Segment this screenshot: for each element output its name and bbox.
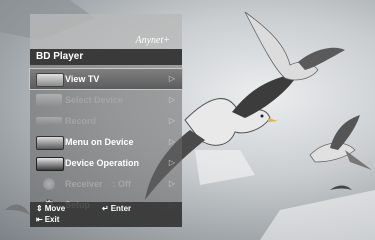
hint-move-label: Move — [44, 204, 66, 213]
menu-footer: ⇕ Move ↵ Enter ⇤ Exit — [30, 202, 182, 227]
arrow-right-icon: ▷ — [168, 158, 175, 167]
menu-item-receiver[interactable]: Receiver : Off ▷ — [30, 174, 182, 194]
hint-move: ⇕ Move — [36, 204, 65, 214]
move-arrows-icon: ⇕ — [36, 204, 43, 213]
menu-item-label: Record — [65, 116, 97, 126]
menu-item-view-tv[interactable]: View TV ▷ — [29, 68, 183, 90]
menu-item-label: Receiver : Off — [65, 179, 132, 189]
menu-header: Anynet+ — [30, 14, 182, 49]
menu-items: View TV ▷ Select Device ▷ Record ▷ Menu … — [29, 68, 183, 215]
hint-enter: ↵ Enter — [102, 204, 131, 214]
menu-title-bar: BD Player — [30, 49, 182, 65]
arrow-right-icon: ▷ — [168, 95, 175, 104]
menu-item-label: Device Operation — [65, 158, 140, 168]
menu-item-label: Select Device — [65, 95, 124, 105]
menu-item-record[interactable]: Record ▷ — [30, 111, 182, 131]
receiver-icon — [43, 178, 55, 190]
arrow-right-icon: ▷ — [168, 179, 175, 188]
menu-title: BD Player — [36, 51, 84, 62]
exit-icon: ⇤ — [36, 215, 43, 224]
device-select-icon — [36, 94, 62, 106]
device-menu-icon — [36, 136, 64, 150]
hint-exit-label: Exit — [44, 215, 60, 224]
arrow-right-icon: ▷ — [168, 137, 175, 146]
menu-item-menu-on-device[interactable]: Menu on Device ▷ — [30, 132, 182, 152]
hint-exit: ⇤ Exit — [36, 215, 59, 225]
menu-item-device-operation[interactable]: Device Operation ▷ — [30, 153, 182, 173]
hint-enter-label: Enter — [110, 204, 132, 213]
menu-item-label: Menu on Device — [65, 137, 134, 147]
anynet-menu-panel: Anynet+ BD Player View TV ▷ Select Devic… — [29, 14, 183, 227]
arrow-right-icon: ▷ — [168, 116, 175, 125]
recorder-icon — [36, 117, 62, 125]
anynet-logo: Anynet+ — [135, 35, 170, 46]
tv-icon — [36, 73, 64, 87]
device-operation-icon — [36, 157, 64, 171]
tv-screen: Anynet+ BD Player View TV ▷ Select Devic… — [0, 0, 375, 240]
arrow-right-icon: ▷ — [168, 74, 175, 83]
menu-item-select-device[interactable]: Select Device ▷ — [30, 90, 182, 110]
enter-icon: ↵ — [102, 204, 109, 213]
menu-item-label: View TV — [65, 74, 100, 84]
